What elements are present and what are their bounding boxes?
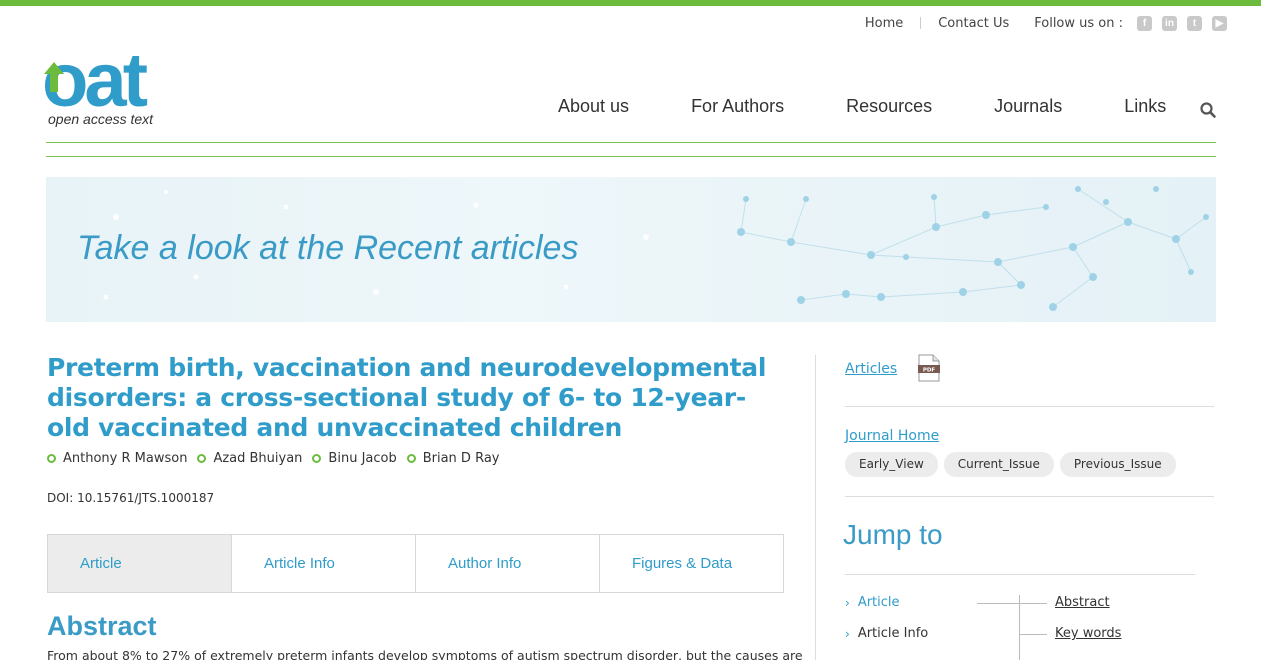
sidebar-rule bbox=[845, 496, 1214, 497]
tree-connector bbox=[1019, 634, 1047, 635]
main-nav: About us For Authors Resources Journals … bbox=[558, 96, 1228, 117]
current-issue-pill[interactable]: Current_Issue bbox=[943, 452, 1054, 477]
jump-article-link[interactable]: › Article bbox=[845, 595, 900, 610]
previous-issue-pill[interactable]: Previous_Issue bbox=[1059, 452, 1176, 477]
sidebar-rule bbox=[845, 574, 1195, 575]
jump-to-heading: Jump to bbox=[843, 519, 943, 550]
tab-figures-data[interactable]: Figures & Data bbox=[600, 535, 783, 592]
facebook-icon[interactable]: f bbox=[1137, 15, 1152, 31]
banner-heading: Take a look at the Recent articles bbox=[77, 229, 579, 267]
header-rule bbox=[46, 142, 1216, 143]
author-bullet-icon bbox=[406, 454, 416, 463]
author-list: Anthony R Mawson Azad Bhuiyan Binu Jacob… bbox=[47, 451, 499, 466]
author-item[interactable]: Azad Bhuiyan bbox=[197, 451, 302, 466]
contact-us-link[interactable]: Contact Us bbox=[938, 16, 1009, 31]
header-rule bbox=[46, 156, 1216, 157]
sidebar-articles-link[interactable]: Articles bbox=[845, 361, 897, 377]
sidebar-rule bbox=[845, 406, 1214, 407]
nav-resources[interactable]: Resources bbox=[846, 96, 932, 117]
author-item[interactable]: Binu Jacob bbox=[312, 451, 397, 466]
twitter-icon[interactable]: t bbox=[1187, 15, 1202, 31]
pdf-label: PDF bbox=[923, 368, 936, 374]
tab-article-info[interactable]: Article Info bbox=[232, 535, 416, 592]
nav-for-authors[interactable]: For Authors bbox=[691, 96, 784, 117]
pdf-icon[interactable]: PDF bbox=[918, 354, 940, 382]
author-bullet-icon bbox=[47, 454, 56, 463]
issue-pills: Early_View Current_Issue Previous_Issue bbox=[845, 452, 1176, 477]
jump-article-info-link[interactable]: › Article Info bbox=[845, 626, 928, 641]
tab-author-info[interactable]: Author Info bbox=[416, 535, 600, 592]
nav-links[interactable]: Links bbox=[1124, 96, 1166, 117]
article-title: Preterm birth, vaccination and neurodeve… bbox=[47, 353, 767, 442]
author-item[interactable]: Anthony R Mawson bbox=[47, 451, 187, 466]
search-icon[interactable] bbox=[1199, 101, 1217, 119]
jump-link-label: Article bbox=[857, 595, 900, 610]
abstract-text: From about 8% to 27% of extremely preter… bbox=[47, 648, 803, 660]
author-item[interactable]: Brian D Ray bbox=[406, 451, 500, 466]
jump-key-words-link[interactable]: Key words bbox=[1055, 626, 1121, 641]
author-name[interactable]: Brian D Ray bbox=[423, 451, 500, 466]
youtube-icon[interactable]: ▶ bbox=[1212, 15, 1227, 31]
author-name[interactable]: Binu Jacob bbox=[328, 451, 396, 466]
linkedin-icon[interactable]: in bbox=[1162, 15, 1177, 31]
top-accent-bar bbox=[0, 0, 1261, 6]
abstract-heading: Abstract bbox=[47, 611, 157, 641]
nav-about-us[interactable]: About us bbox=[558, 96, 629, 117]
jump-abstract-link[interactable]: Abstract bbox=[1055, 595, 1110, 610]
follow-us-label: Follow us on : bbox=[1034, 15, 1123, 31]
journal-home-link[interactable]: Journal Home bbox=[845, 428, 939, 444]
logo-tagline: open access text bbox=[48, 111, 154, 127]
author-name[interactable]: Azad Bhuiyan bbox=[213, 451, 302, 466]
home-link[interactable]: Home bbox=[865, 16, 903, 31]
early-view-pill[interactable]: Early_View bbox=[845, 452, 938, 477]
chevron-right-icon: › bbox=[845, 595, 850, 610]
author-bullet-icon bbox=[197, 454, 207, 463]
sidebar-divider bbox=[815, 355, 816, 660]
tab-article[interactable]: Article bbox=[48, 535, 232, 592]
author-name[interactable]: Anthony R Mawson bbox=[63, 451, 187, 466]
tree-connector bbox=[1019, 595, 1020, 660]
author-bullet-icon bbox=[312, 454, 322, 463]
divider bbox=[920, 17, 922, 29]
nav-journals[interactable]: Journals bbox=[994, 96, 1062, 117]
recent-articles-banner[interactable]: Take a look at the Recent articles bbox=[46, 177, 1216, 322]
chevron-right-icon: › bbox=[845, 626, 850, 641]
utility-nav: Home Contact Us Follow us on : f in t ▶ bbox=[865, 14, 1227, 32]
jump-link-label: Article Info bbox=[857, 626, 929, 641]
social-links: f in t ▶ bbox=[1137, 15, 1227, 31]
doi-text: DOI: 10.15761/JTS.1000187 bbox=[47, 491, 215, 505]
tree-connector bbox=[977, 603, 1047, 604]
article-tabs: Article Article Info Author Info Figures… bbox=[47, 534, 784, 593]
